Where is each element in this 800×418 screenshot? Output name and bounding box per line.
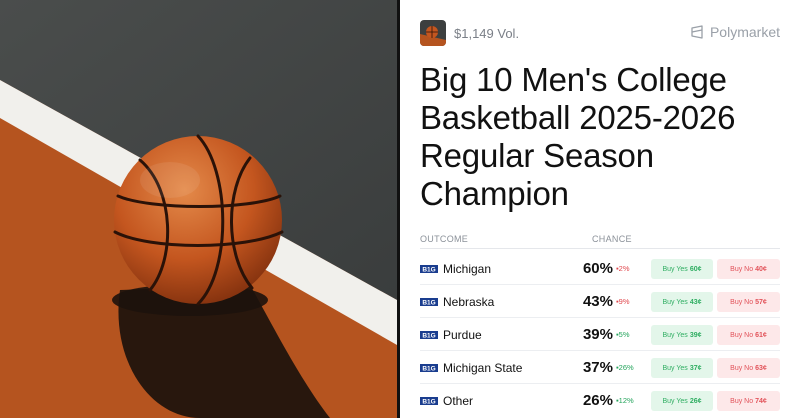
yes-price: 26¢ bbox=[689, 397, 702, 405]
chance-delta: ▪12% bbox=[616, 396, 634, 405]
brand-label: Polymarket bbox=[709, 24, 780, 40]
svg-text:B1G: B1G bbox=[422, 267, 435, 274]
svg-text:B1G: B1G bbox=[422, 399, 435, 406]
svg-text:B1G: B1G bbox=[422, 300, 435, 307]
chance-delta: ▪9% bbox=[616, 297, 630, 306]
brand[interactable]: Polymarket bbox=[690, 24, 780, 40]
table-header: OUTCOME CHANCE bbox=[420, 234, 780, 248]
svg-text:B1G: B1G bbox=[422, 366, 435, 373]
column-header-outcome: OUTCOME bbox=[420, 234, 469, 244]
volume-label: $1,149 Vol. bbox=[454, 26, 520, 41]
no-price: 57¢ bbox=[755, 298, 767, 306]
buy-no-button[interactable]: Buy No 63¢ bbox=[717, 358, 780, 378]
no-price: 63¢ bbox=[755, 364, 767, 372]
outcome-name: Purdue bbox=[443, 328, 482, 342]
buy-yes-label: Buy Yes bbox=[662, 265, 688, 273]
market-title: Big 10 Men's College Basketball 2025-202… bbox=[420, 61, 736, 212]
buy-yes-button[interactable]: Buy Yes 26¢ bbox=[651, 391, 713, 411]
outcome-name: Michigan bbox=[443, 262, 492, 276]
outcome-chance: 43% bbox=[582, 293, 613, 310]
table-row[interactable]: B1G Michigan State 37% ▪26% Buy Yes 37¢ B… bbox=[420, 351, 780, 384]
basketball-thumbnail-icon[interactable] bbox=[420, 20, 446, 46]
no-price: 61¢ bbox=[755, 331, 767, 339]
no-price: 40¢ bbox=[755, 265, 767, 273]
big-ten-logo-icon: B1G bbox=[420, 331, 438, 340]
outcome-name: Other bbox=[443, 394, 474, 408]
buy-no-label: Buy No bbox=[730, 298, 754, 306]
table-header-divider bbox=[420, 248, 780, 249]
buy-yes-button[interactable]: Buy Yes 43¢ bbox=[651, 292, 713, 312]
buy-no-button[interactable]: Buy No 40¢ bbox=[717, 259, 780, 279]
column-header-chance: CHANCE bbox=[592, 234, 632, 244]
buy-yes-label: Buy Yes bbox=[662, 364, 688, 372]
buy-no-label: Buy No bbox=[730, 397, 754, 405]
no-price: 74¢ bbox=[755, 397, 767, 405]
chance-delta: ▪2% bbox=[616, 264, 630, 273]
buy-yes-label: Buy Yes bbox=[662, 298, 688, 306]
buy-yes-button[interactable]: Buy Yes 60¢ bbox=[651, 259, 713, 279]
market-panel: $1,149 Vol. Polymarket Big 10 Men's Coll… bbox=[400, 0, 800, 418]
svg-text:B1G: B1G bbox=[422, 333, 435, 340]
buy-no-button[interactable]: Buy No 57¢ bbox=[717, 292, 780, 312]
chance-delta: ▪5% bbox=[616, 330, 630, 339]
yes-price: 39¢ bbox=[689, 331, 702, 339]
yes-price: 60¢ bbox=[689, 265, 702, 273]
table-row[interactable]: B1G Other 26% ▪12% Buy Yes 26¢ Buy No 74¢ bbox=[420, 384, 780, 417]
table-row[interactable]: B1G Nebraska 43% ▪9% Buy Yes 43¢ Buy No 57… bbox=[420, 285, 780, 318]
yes-price: 43¢ bbox=[689, 298, 702, 306]
big-ten-logo-icon: B1G bbox=[420, 298, 438, 307]
buy-no-label: Buy No bbox=[730, 265, 754, 273]
buy-no-label: Buy No bbox=[730, 364, 754, 372]
buy-yes-button[interactable]: Buy Yes 37¢ bbox=[651, 358, 713, 378]
buy-no-button[interactable]: Buy No 61¢ bbox=[717, 325, 780, 345]
yes-price: 37¢ bbox=[689, 364, 702, 372]
chance-delta: ▪26% bbox=[616, 363, 634, 372]
outcome-chance: 37% bbox=[582, 359, 613, 376]
basketball-court-image bbox=[0, 0, 397, 418]
polymarket-logo-icon bbox=[691, 25, 703, 39]
outcome-chance: 39% bbox=[582, 326, 613, 343]
buy-yes-label: Buy Yes bbox=[662, 397, 688, 405]
outcome-table: B1G Michigan 60% ▪2% Buy Yes 60¢ Buy No 40… bbox=[420, 252, 780, 417]
big-ten-logo-icon: B1G bbox=[420, 397, 438, 406]
big-ten-logo-icon: B1G bbox=[420, 265, 438, 274]
market-header: $1,149 Vol. Polymarket bbox=[420, 20, 780, 46]
table-row[interactable]: B1G Michigan 60% ▪2% Buy Yes 60¢ Buy No 40… bbox=[420, 252, 780, 285]
buy-yes-button[interactable]: Buy Yes 39¢ bbox=[651, 325, 713, 345]
hero-image bbox=[0, 0, 397, 418]
outcome-name: Michigan State bbox=[443, 361, 523, 375]
outcome-chance: 60% bbox=[582, 260, 613, 277]
outcome-name: Nebraska bbox=[443, 295, 495, 309]
table-row[interactable]: B1G Purdue 39% ▪5% Buy Yes 39¢ Buy No 61¢ bbox=[420, 318, 780, 351]
buy-no-button[interactable]: Buy No 74¢ bbox=[717, 391, 780, 411]
big-ten-logo-icon: B1G bbox=[420, 364, 438, 373]
buy-yes-label: Buy Yes bbox=[662, 331, 688, 339]
buy-no-label: Buy No bbox=[730, 331, 754, 339]
outcome-chance: 26% bbox=[582, 392, 613, 409]
